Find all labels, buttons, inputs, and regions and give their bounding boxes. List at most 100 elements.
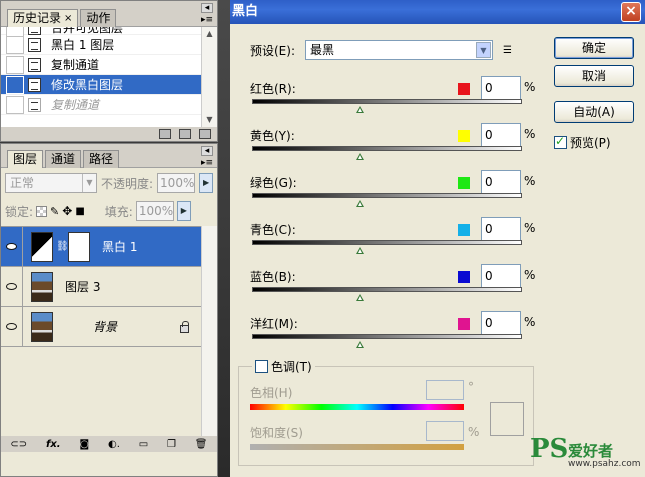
hue-input[interactable]	[426, 380, 464, 400]
saturation-slider[interactable]	[250, 444, 464, 450]
history-state-icon	[28, 27, 41, 35]
visibility-eye-icon[interactable]	[1, 266, 23, 307]
percent-sign: %	[524, 268, 536, 282]
opacity-input[interactable]: 100%	[157, 173, 196, 193]
channel-slider-knob[interactable]	[356, 247, 364, 254]
channel-value-input[interactable]: 0	[481, 264, 521, 288]
lock-transparency-icon[interactable]	[36, 205, 48, 217]
collapse-icon[interactable]: ◂	[201, 146, 213, 156]
history-scrollbar[interactable]: ▲ ▼	[201, 27, 217, 127]
fx-icon[interactable]: fx.	[46, 439, 61, 450]
tab-history[interactable]: 历史记录 ×	[7, 9, 79, 27]
layers-scrollbar[interactable]	[201, 226, 217, 436]
preset-menu-icon[interactable]: ☰	[503, 45, 512, 56]
history-source-checkbox[interactable]	[6, 75, 24, 94]
trash-icon[interactable]: 🗑	[195, 439, 208, 450]
history-item[interactable]: 复制通道	[1, 55, 201, 75]
history-item-label: 修改黑白图层	[51, 78, 124, 92]
scroll-down-icon[interactable]: ▼	[202, 113, 217, 127]
link-icon[interactable]: ⊂⊃	[10, 439, 27, 450]
history-item[interactable]: 黑白 1 图层	[1, 35, 201, 55]
tint-toggle: 色调(T)	[252, 358, 315, 375]
preview-checkbox[interactable]	[554, 134, 567, 149]
auto-button[interactable]: 自动(A)	[554, 101, 634, 123]
channel-label: 红色(R):	[250, 82, 296, 96]
watermark-brand: PS	[530, 434, 569, 464]
history-item[interactable]: 合并可见图层	[1, 27, 201, 37]
channel-value-input[interactable]: 0	[481, 76, 521, 100]
channel-label: 蓝色(B):	[250, 270, 296, 284]
history-tabs: 历史记录 × 动作 ◂ ▸≡	[1, 1, 217, 27]
channel-value-input[interactable]: 0	[481, 123, 521, 147]
cancel-button[interactable]: 取消	[554, 65, 634, 87]
channel-value-input[interactable]: 0	[481, 217, 521, 241]
ok-button[interactable]: 确定	[554, 37, 634, 59]
opacity-slider-button[interactable]: ▶	[199, 173, 214, 193]
dialog-titlebar[interactable]: 黑白 ×	[230, 0, 645, 24]
history-source-checkbox[interactable]	[6, 35, 24, 54]
channel-gradient-track[interactable]	[252, 146, 522, 151]
layer-name: 背景	[93, 320, 118, 334]
trash-icon[interactable]	[199, 129, 211, 139]
lock-position-icon[interactable]: ✥	[62, 204, 72, 218]
close-icon[interactable]: ×	[64, 10, 72, 27]
percent-sign: %	[524, 80, 536, 94]
snapshot-icon[interactable]	[179, 129, 191, 139]
tab-layers[interactable]: 图层	[7, 150, 44, 168]
tint-checkbox[interactable]	[255, 360, 268, 373]
channel-label: 黄色(Y):	[250, 129, 295, 143]
group-icon[interactable]: ▭	[139, 439, 148, 450]
tab-actions[interactable]: 动作	[80, 9, 117, 27]
channel-gradient-track[interactable]	[252, 334, 522, 339]
visibility-eye-icon[interactable]	[1, 306, 23, 347]
channel-gradient-track[interactable]	[252, 193, 522, 198]
history-item-selected[interactable]: 修改黑白图层	[1, 75, 201, 95]
tab-channels[interactable]: 通道	[45, 150, 82, 168]
layer-mask-thumbnail[interactable]	[68, 231, 90, 262]
hue-slider[interactable]	[250, 404, 464, 410]
channel-slider-knob[interactable]	[356, 294, 364, 301]
fill-input[interactable]: 100%	[135, 201, 174, 221]
preset-select[interactable]: 最黑 ▼	[305, 40, 493, 60]
visibility-eye-icon[interactable]	[1, 226, 23, 267]
tab-channels-label: 通道	[51, 152, 76, 166]
blend-mode-select[interactable]: 正常 ▼	[5, 173, 97, 193]
history-source-checkbox[interactable]	[6, 95, 24, 114]
scroll-up-icon[interactable]: ▲	[202, 27, 217, 41]
close-button[interactable]: ×	[621, 2, 641, 22]
history-source-checkbox[interactable]	[6, 55, 24, 74]
layer-row-selected[interactable]: ⛓ 黑白 1	[1, 226, 201, 267]
tab-paths[interactable]: 路径	[83, 150, 120, 168]
layer-row[interactable]: 背景	[1, 306, 201, 347]
preview-label: 预览(P)	[570, 136, 611, 150]
lock-paint-icon[interactable]: ✎	[50, 205, 59, 218]
panel-menu-icon[interactable]: ▸≡	[201, 158, 213, 168]
chain-link-icon[interactable]: ⛓	[56, 241, 69, 252]
fill-slider-button[interactable]: ▶	[176, 201, 191, 221]
mask-icon[interactable]: ◙	[79, 439, 89, 450]
watermark-url: www.psahz.com	[568, 459, 641, 469]
tint-color-swatch[interactable]	[490, 402, 524, 436]
adjustment-icon[interactable]: ◐.	[108, 439, 120, 450]
channel-value-input[interactable]: 0	[481, 170, 521, 194]
layer-thumbnail	[31, 271, 53, 302]
blend-mode-value: 正常	[10, 176, 35, 190]
channel-gradient-track[interactable]	[252, 99, 522, 104]
panel-menu-icon[interactable]: ▸≡	[201, 15, 213, 25]
channel-value-input[interactable]: 0	[481, 311, 521, 335]
channel-gradient-track[interactable]	[252, 240, 522, 245]
channel-slider-knob[interactable]	[356, 341, 364, 348]
channel-slider-knob[interactable]	[356, 153, 364, 160]
saturation-input[interactable]	[426, 421, 464, 441]
new-layer-icon[interactable]: ❐	[167, 439, 176, 450]
hue-label: 色相(H)	[250, 386, 293, 400]
collapse-icon[interactable]: ◂	[201, 3, 213, 13]
history-list: 合并可见图层 黑白 1 图层 复制通道 修改黑白图层 复制通道	[1, 27, 201, 127]
new-document-icon[interactable]	[159, 129, 171, 139]
layer-row[interactable]: 图层 3	[1, 266, 201, 307]
history-item-undone[interactable]: 复制通道	[1, 95, 201, 115]
channel-slider-knob[interactable]	[356, 106, 364, 113]
channel-gradient-track[interactable]	[252, 287, 522, 292]
lock-all-icon[interactable]: ■	[75, 206, 84, 217]
channel-slider-knob[interactable]	[356, 200, 364, 207]
